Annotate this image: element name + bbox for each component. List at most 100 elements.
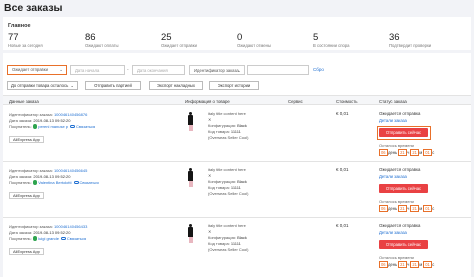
product-config-line: Конфигурация: Black [208,179,247,184]
stat-value: 25 [161,32,172,43]
time-left-select[interactable]: До отправки товара осталось ⌄ [7,81,78,90]
chat-icon[interactable] [60,236,66,241]
order-status: Ожидается отправка [379,167,421,172]
stat-in-dispute[interactable]: 5 В состоянии спора [313,33,350,48]
timer-minutes: 21 [410,205,419,212]
contact-buyer-link[interactable]: Связаться [67,236,86,241]
buyer-label: Покупатель: [9,124,32,129]
order-id-label: Идентификатор заказа: [9,224,53,229]
order-id-input[interactable] [247,65,309,75]
table-row: Идентификатор заказа: 100046140456645 Да… [3,162,471,218]
product-thumbnail[interactable] [185,224,196,244]
order-date-line: Дата заказа: 2019-08-13 09:52:20 [9,230,71,235]
timer-minutes-unit: м [419,150,423,155]
chat-icon[interactable] [70,124,76,129]
stat-awaiting-payment[interactable]: 86 Ожидают оплаты [85,33,119,48]
status-select[interactable]: Ожидает отправки ⌄ [7,65,67,75]
order-date: 2019-08-13 09:52:20 [33,118,71,123]
sku-label: Код товара: [208,129,230,134]
order-date-line: Дата заказа: 2019-08-13 09:52:20 [9,118,71,123]
chat-icon[interactable] [73,180,79,185]
summary-panel: Главное 77 Новые за сегодня 86 Ожидают о… [3,17,471,50]
buyer-name-link[interactable]: luigi grande [38,236,59,241]
product-thumbnail[interactable] [185,112,196,132]
buyer-name-link[interactable]: pereni manuse p [38,124,68,129]
stat-new-today[interactable]: 77 Новые за сегодня [8,33,43,48]
reset-link[interactable]: Сбро [313,65,324,75]
ship-now-button[interactable]: Отправить сейчас [379,184,428,193]
order-id-link[interactable]: 100046140456433 [54,224,87,229]
order-date-label: Дата заказа: [9,118,33,123]
export-invoices-button[interactable]: Экспорт накладных [149,81,203,90]
timer-seconds: 01 [423,149,432,156]
sku-label: Код товара: [208,185,230,190]
config-label: Конфигурация: [208,179,236,184]
date-separator: - [127,67,129,73]
date-start-input[interactable]: Дата начала [70,65,125,75]
timer-days: 06 [379,261,388,268]
sku-value: 11111 [230,185,241,190]
stat-value: 0 [237,32,243,43]
order-id-link[interactable]: 100046140456645 [54,168,87,173]
product-sku-line: Код товара: 11111 [208,241,241,246]
summary-heading: Главное [8,23,31,29]
date-end-input[interactable]: Дата окончания [132,65,185,75]
timer-days: 06 [379,205,388,212]
ship-now-button[interactable]: Отправить сейчас [379,240,428,249]
contact-buyer-link[interactable]: Связаться [76,124,95,129]
chevron-down-icon: ⌄ [70,83,74,88]
order-details-link[interactable]: Детали заказа [379,174,407,179]
countdown-timer: 06 день 21 ч 21 м 01 с [379,261,435,268]
stat-value: 36 [389,32,400,43]
order-id-line: Идентификатор заказа: 100046140456645 [9,168,87,173]
table-header: Данные заказа Информация о товаре Сервис… [3,95,471,105]
order-date: 2019-08-13 09:52:20 [33,174,71,179]
product-qty: ✕ [208,173,212,178]
timer-hours-unit: ч [407,206,410,211]
export-history-button[interactable]: Экспорт истории [209,81,259,90]
stat-awaiting-shipment[interactable]: 25 Ожидает отправки [161,33,197,48]
product-title[interactable]: italy title content here [208,111,246,116]
order-price: € 0,01 [336,223,349,228]
product-sku-line: Код товара: 11111 [208,129,241,134]
countdown-timer: 06 день 21 ч 21 м 01 с [379,149,435,156]
timer-seconds: 01 [423,205,432,212]
contact-buyer-link[interactable]: Связаться [80,180,99,185]
product-sku-line: Код товара: 11111 [208,185,241,190]
order-id-label: Идентификатор заказа: [9,168,53,173]
timer-minutes-unit: м [419,262,423,267]
stat-awaiting-cancel[interactable]: 0 Ожидают отмены [237,33,271,48]
channel-badge: AliExpress App [9,136,44,143]
config-label: Конфигурация: [208,123,236,128]
timer-days: 06 [379,149,388,156]
stat-label: Подтвердит проверки [389,43,432,48]
id-type-select[interactable]: Идентификатор заказа ⌄ [189,65,245,75]
product-config-line: Конфигурация: Black [208,123,247,128]
order-id-line: Идентификатор заказа: 100046140456433 [9,224,87,229]
buyer-label: Покупатель: [9,180,32,185]
avatar-icon [32,180,38,185]
stat-verification[interactable]: 36 Подтвердит проверки [389,33,431,48]
orders-panel: Ожидает отправки ⌄ Дата начала - Дата ок… [3,53,471,277]
avatar-icon [32,236,38,241]
ship-now-button[interactable]: Отправить сейчас [379,128,428,137]
timer-days-unit: день [388,206,398,211]
stat-value: 77 [8,32,19,43]
ship-batch-button[interactable]: Отправить партией [85,81,141,90]
order-id-link[interactable]: 100046140456876 [54,112,87,117]
buyer-name-link[interactable]: Valentina Bertolotti [38,180,71,185]
channel-badge: AliExpress App [9,248,44,255]
product-title[interactable]: italy title content here [208,167,246,172]
chevron-down-icon: ⌄ [237,68,241,73]
product-thumbnail[interactable] [185,168,196,188]
time-remaining-label: Осталось времени [379,199,414,204]
order-details-link[interactable]: Детали заказа [379,118,407,123]
time-remaining-label: Осталось времени [379,255,414,260]
order-details-link[interactable]: Детали заказа [379,230,407,235]
sku-value: 11111 [230,129,241,134]
timer-hours: 21 [398,205,407,212]
time-remaining-label: Осталось времени [379,143,414,148]
timer-minutes: 21 [410,261,419,268]
product-title[interactable]: italy title content here [208,223,246,228]
channel-badge: AliExpress App [9,192,44,199]
